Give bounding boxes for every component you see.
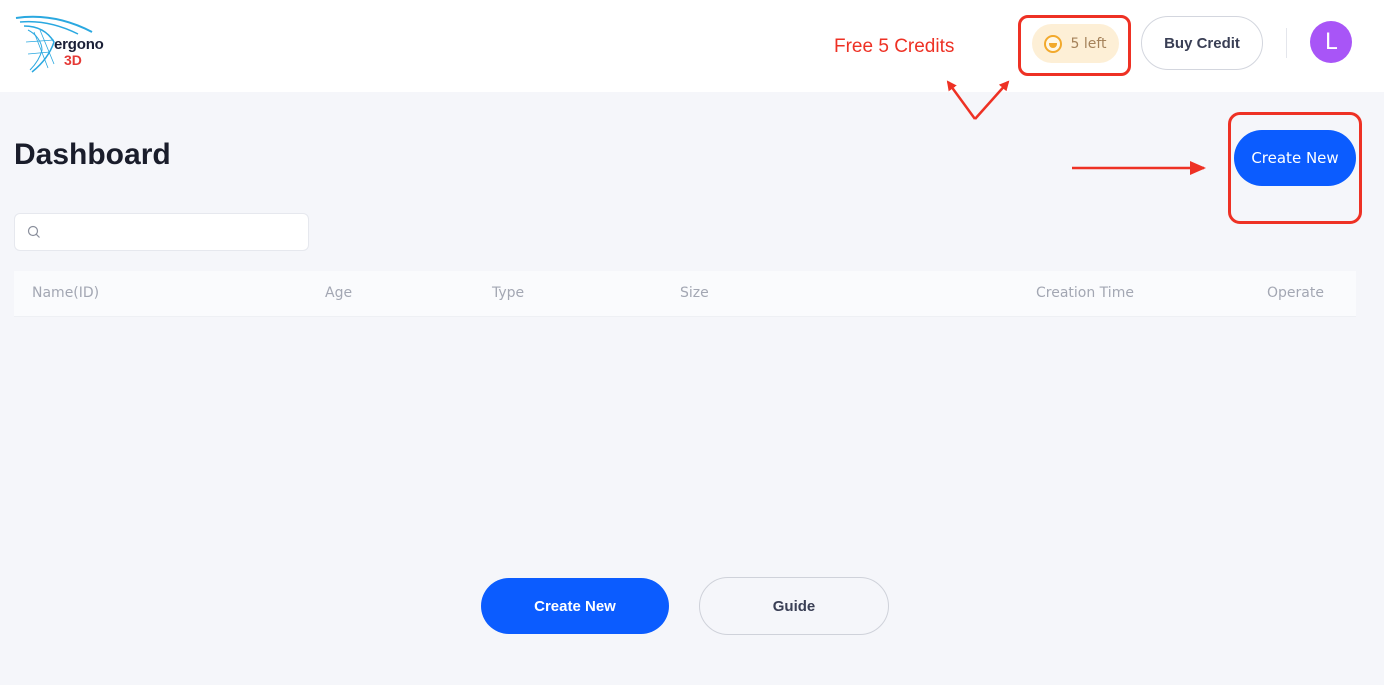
annotation-arrow-right [974, 80, 1010, 120]
annotation-arrows [946, 80, 1206, 175]
annotation-arrow-left [946, 80, 977, 120]
